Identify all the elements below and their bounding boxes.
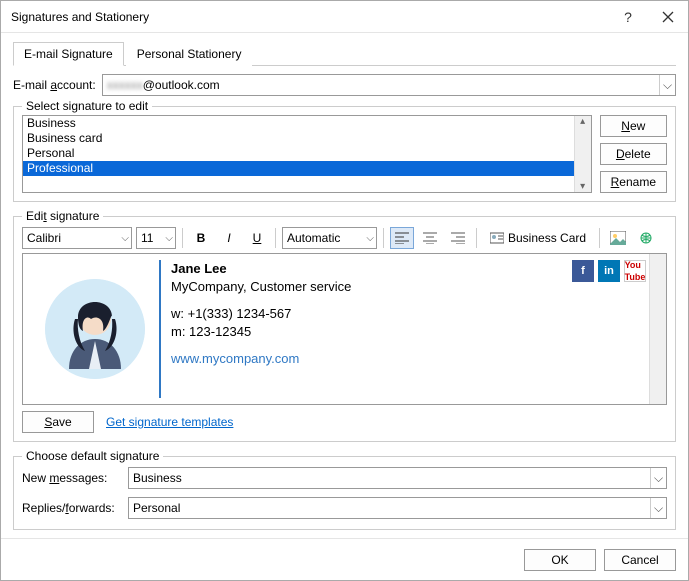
facebook-icon[interactable]: f bbox=[572, 260, 594, 282]
new-messages-combo[interactable]: Business ⌵ bbox=[128, 467, 667, 489]
chevron-down-icon: ⌵ bbox=[659, 75, 675, 95]
signature-editor[interactable]: f in YouTube Jane Lee MyCompany, Custome… bbox=[22, 253, 667, 405]
listbox-scrollbar[interactable]: ▴▾ bbox=[574, 116, 591, 192]
window-title: Signatures and Stationery bbox=[11, 10, 608, 24]
italic-button[interactable]: I bbox=[217, 227, 241, 249]
cancel-button[interactable]: Cancel bbox=[604, 549, 676, 571]
chevron-down-icon: ⌵ bbox=[121, 233, 129, 244]
chevron-down-icon: ⌵ bbox=[165, 233, 173, 244]
close-button[interactable] bbox=[648, 1, 688, 33]
email-account-value: @outlook.com bbox=[143, 78, 220, 92]
chevron-down-icon: ⌵ bbox=[650, 498, 666, 518]
link-icon bbox=[638, 231, 654, 245]
align-center-button[interactable] bbox=[418, 227, 442, 249]
signature-work-phone: w: +1(333) 1234-567 bbox=[171, 305, 646, 323]
list-item[interactable]: Business bbox=[23, 116, 591, 131]
font-color-combo[interactable]: Automatic⌵ bbox=[282, 227, 377, 249]
insert-hyperlink-button[interactable] bbox=[634, 227, 658, 249]
list-item[interactable]: Personal bbox=[23, 146, 591, 161]
list-item[interactable]: Business card bbox=[23, 131, 591, 146]
picture-icon bbox=[610, 231, 626, 245]
edit-signature-legend: Edit signature bbox=[22, 209, 103, 223]
font-combo[interactable]: Calibri⌵ bbox=[22, 227, 132, 249]
help-button[interactable]: ? bbox=[608, 1, 648, 33]
align-right-button[interactable] bbox=[446, 227, 470, 249]
signature-website: www.mycompany.com bbox=[171, 350, 646, 368]
editor-scrollbar[interactable] bbox=[649, 254, 666, 404]
avatar bbox=[45, 279, 145, 379]
signature-mobile-phone: m: 123-12345 bbox=[171, 323, 646, 341]
align-left-button[interactable] bbox=[390, 227, 414, 249]
youtube-icon[interactable]: YouTube bbox=[624, 260, 646, 282]
get-templates-link[interactable]: Get signature templates bbox=[106, 415, 233, 429]
delete-button[interactable]: Delete bbox=[600, 143, 667, 165]
business-card-button[interactable]: Business Card bbox=[483, 227, 593, 249]
insert-picture-button[interactable] bbox=[606, 227, 630, 249]
linkedin-icon[interactable]: in bbox=[598, 260, 620, 282]
list-item[interactable]: Professional bbox=[23, 161, 591, 176]
email-account-redacted: xxxxxx bbox=[107, 78, 143, 92]
signature-listbox[interactable]: Business Business card Personal Professi… bbox=[22, 115, 592, 193]
font-size-combo[interactable]: 11⌵ bbox=[136, 227, 176, 249]
tab-personal-stationery[interactable]: Personal Stationery bbox=[126, 42, 253, 66]
tab-email-signature[interactable]: E-mail Signature bbox=[13, 42, 124, 66]
email-account-label: E-mail account: bbox=[13, 78, 96, 92]
choose-default-legend: Choose default signature bbox=[22, 449, 163, 463]
business-card-icon bbox=[490, 232, 504, 244]
replies-forwards-combo[interactable]: Personal ⌵ bbox=[128, 497, 667, 519]
chevron-down-icon: ⌵ bbox=[366, 233, 374, 244]
ok-button[interactable]: OK bbox=[524, 549, 596, 571]
select-signature-legend: Select signature to edit bbox=[22, 99, 152, 113]
replies-forwards-label: Replies/forwards: bbox=[22, 501, 122, 515]
bold-button[interactable]: B bbox=[189, 227, 213, 249]
rename-button[interactable]: Rename bbox=[600, 171, 667, 193]
new-button[interactable]: New bbox=[600, 115, 667, 137]
underline-button[interactable]: U bbox=[245, 227, 269, 249]
save-button[interactable]: Save bbox=[22, 411, 94, 433]
new-messages-label: New messages: bbox=[22, 471, 122, 485]
chevron-down-icon: ⌵ bbox=[650, 468, 666, 488]
email-account-combo[interactable]: xxxxxx @outlook.com ⌵ bbox=[102, 74, 676, 96]
